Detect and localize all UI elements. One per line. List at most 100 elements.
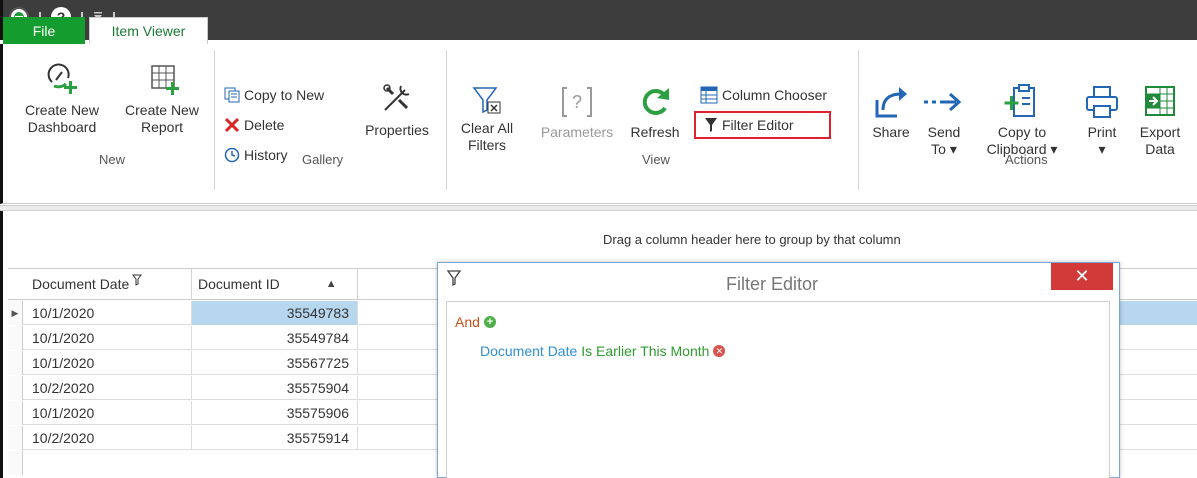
print-label: Print bbox=[1087, 124, 1117, 140]
history-label: History bbox=[244, 147, 288, 163]
print-button[interactable]: Print ▾ bbox=[1078, 84, 1126, 158]
create-report-label-2: Report bbox=[140, 119, 184, 135]
row-indicator bbox=[8, 401, 23, 425]
current-row-indicator-icon: ▶ bbox=[8, 301, 23, 325]
properties-button[interactable]: Properties bbox=[358, 80, 436, 139]
parameters-label: Parameters bbox=[540, 124, 614, 140]
report-add-icon bbox=[151, 65, 179, 95]
cell-document-date[interactable]: 10/1/2020 bbox=[26, 401, 192, 425]
share-label: Share bbox=[872, 124, 910, 140]
condition-field[interactable]: Document Date bbox=[480, 343, 577, 359]
parameters-icon: ? bbox=[562, 87, 592, 117]
filter-condition: Document Date Is Earlier This Month ✕ bbox=[480, 343, 726, 359]
clear-filter-icon bbox=[472, 87, 501, 114]
copy-to-new-button[interactable]: Copy to New bbox=[224, 84, 324, 106]
group-label-new: New bbox=[99, 152, 126, 167]
group-label-view: View bbox=[642, 152, 670, 167]
history-button[interactable]: History bbox=[224, 144, 288, 166]
clock-icon bbox=[224, 147, 240, 163]
cell-document-id[interactable]: 35549784 bbox=[192, 326, 358, 350]
create-new-report-button[interactable]: Create New Report bbox=[114, 58, 210, 136]
svg-text:?: ? bbox=[572, 92, 582, 112]
share-icon bbox=[875, 87, 907, 118]
export-label-1: Export bbox=[1139, 124, 1181, 140]
export-label-2: Data bbox=[1145, 141, 1175, 157]
delete-x-icon bbox=[224, 117, 240, 133]
send-to-button[interactable]: Send To ▾ bbox=[920, 84, 968, 158]
copy-to-new-label: Copy to New bbox=[244, 87, 325, 103]
group-separator bbox=[214, 50, 215, 190]
cell-document-id[interactable]: 35567725 bbox=[192, 351, 358, 375]
column-chooser-button[interactable]: Column Chooser bbox=[700, 84, 827, 106]
group-operator[interactable]: And + bbox=[455, 314, 496, 330]
create-report-label-1: Create New bbox=[125, 102, 199, 118]
filter-icon[interactable] bbox=[132, 274, 143, 286]
group-operator-label[interactable]: And bbox=[455, 314, 480, 330]
column-header-document-id[interactable]: Document ID ▲ bbox=[192, 268, 358, 300]
refresh-label: Refresh bbox=[630, 124, 680, 140]
parameters-button[interactable]: ? Parameters bbox=[536, 84, 618, 141]
copy-icon bbox=[224, 87, 240, 103]
send-label-1: Send bbox=[927, 124, 961, 140]
column-header-label: Document ID bbox=[198, 276, 280, 292]
create-new-dashboard-button[interactable]: Create New Dashboard bbox=[14, 58, 110, 136]
delete-label: Delete bbox=[244, 117, 285, 133]
create-dashboard-label-1: Create New bbox=[25, 102, 99, 118]
cell-document-id[interactable]: 35575904 bbox=[192, 376, 358, 400]
group-by-panel[interactable] bbox=[0, 211, 1197, 264]
delete-button[interactable]: Delete bbox=[224, 114, 284, 136]
row-indicator bbox=[8, 451, 23, 475]
condition-operator[interactable]: Is Earlier This Month bbox=[581, 343, 709, 359]
row-indicator bbox=[8, 351, 23, 375]
column-chooser-label: Column Chooser bbox=[722, 87, 828, 103]
clear-all-filters-button[interactable]: Clear All Filters bbox=[454, 84, 520, 154]
print-dropdown-icon: ▾ bbox=[1098, 141, 1106, 157]
column-header-document-date[interactable]: Document Date bbox=[26, 268, 192, 300]
filter-editor-highlight bbox=[694, 111, 831, 139]
tab-item-viewer[interactable]: Item Viewer bbox=[89, 17, 208, 44]
printer-icon bbox=[1086, 86, 1118, 118]
row-indicator bbox=[8, 426, 23, 450]
row-indicator bbox=[8, 376, 23, 400]
cell-document-id[interactable]: 35575914 bbox=[192, 426, 358, 450]
add-condition-icon[interactable]: + bbox=[483, 316, 496, 328]
cell-document-date[interactable]: 10/1/2020 bbox=[26, 301, 192, 325]
copy-to-clipboard-button[interactable]: Copy to Clipboard ▾ bbox=[978, 84, 1066, 158]
group-separator bbox=[446, 50, 447, 190]
group-separator bbox=[858, 50, 859, 190]
dashboard-add-icon bbox=[47, 63, 77, 94]
cell-document-id[interactable]: 35575906 bbox=[192, 401, 358, 425]
share-button[interactable]: Share bbox=[866, 84, 916, 141]
refresh-icon bbox=[642, 88, 669, 115]
group-by-hint: Drag a column header here to group by th… bbox=[603, 232, 901, 247]
filter-tree-panel bbox=[446, 301, 1110, 478]
cell-document-date[interactable]: 10/1/2020 bbox=[26, 326, 192, 350]
sort-ascending-icon: ▲ bbox=[325, 278, 337, 290]
cell-document-date[interactable]: 10/2/2020 bbox=[26, 376, 192, 400]
filter-icon bbox=[447, 270, 461, 286]
group-label-gallery: Gallery bbox=[302, 152, 344, 167]
cell-document-date[interactable]: 10/2/2020 bbox=[26, 426, 192, 450]
column-header-label: Document Date bbox=[32, 276, 130, 292]
refresh-button[interactable]: Refresh bbox=[622, 84, 688, 141]
send-arrow-icon bbox=[924, 92, 962, 112]
row-indicator bbox=[8, 326, 23, 350]
cell-document-date[interactable]: 10/1/2020 bbox=[26, 351, 192, 375]
properties-label: Properties bbox=[365, 122, 429, 138]
clipboard-add-icon bbox=[1004, 84, 1035, 117]
export-data-button[interactable]: Export Data bbox=[1130, 84, 1190, 158]
excel-export-icon bbox=[1145, 86, 1175, 116]
close-icon: ✕ bbox=[1074, 266, 1090, 286]
remove-condition-icon[interactable]: ✕ bbox=[713, 345, 726, 357]
cell-document-id[interactable]: 35549783 bbox=[192, 301, 358, 325]
clear-filters-label-1: Clear All bbox=[460, 120, 514, 136]
column-chooser-icon bbox=[700, 86, 718, 104]
send-label-2: To ▾ bbox=[931, 141, 957, 157]
close-button[interactable]: ✕ bbox=[1051, 263, 1113, 290]
left-border bbox=[0, 264, 3, 478]
dialog-title: Filter Editor bbox=[726, 274, 819, 294]
group-label-actions: Actions bbox=[1005, 152, 1048, 167]
create-dashboard-label-2: Dashboard bbox=[27, 119, 97, 135]
tools-icon bbox=[383, 84, 410, 111]
tab-file[interactable]: File bbox=[3, 17, 85, 44]
